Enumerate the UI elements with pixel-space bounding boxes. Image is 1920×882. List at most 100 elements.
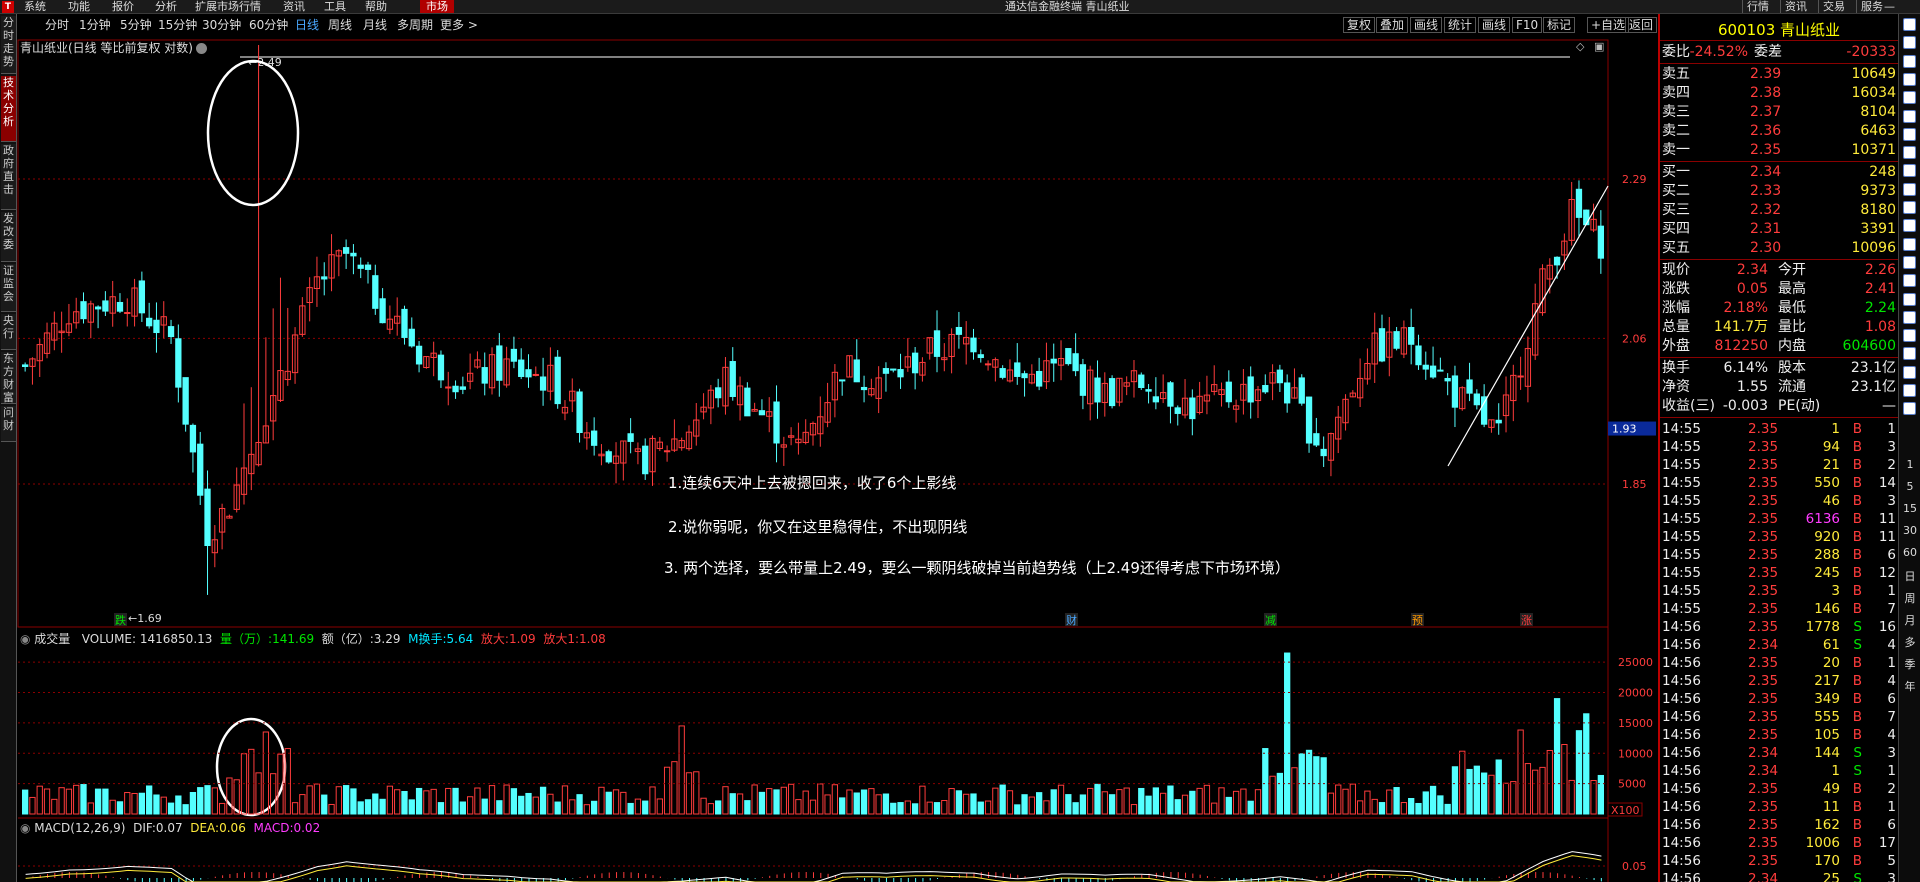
tick-time: 14:56 <box>1662 871 1701 882</box>
candle-body <box>204 488 211 547</box>
volume-tick: 20000 <box>1618 687 1653 700</box>
cross-icon[interactable] <box>1903 255 1916 269</box>
layers-icon[interactable] <box>1903 219 1916 233</box>
stat-row: 总量 141.7万 量比 1.08 <box>1660 318 1898 337</box>
minimize-icon[interactable]: — <box>1880 0 1899 13</box>
volume-bar <box>189 792 197 815</box>
event-marker-4[interactable]: 涨 <box>1521 614 1532 627</box>
volume-bar <box>1473 765 1480 815</box>
compare-icon[interactable] <box>1903 182 1916 196</box>
stat-label: 换手 <box>1662 360 1690 376</box>
grid-icon[interactable] <box>1903 72 1916 86</box>
period-shortcut-7[interactable]: 月 <box>1902 612 1918 628</box>
menu-right-0[interactable]: 行情 <box>1742 0 1773 13</box>
volume-bar <box>853 792 860 815</box>
share-icon[interactable] <box>1903 347 1916 361</box>
period-shortcut-6[interactable]: 周 <box>1902 590 1918 606</box>
tick-volume: 920 <box>1814 529 1840 545</box>
volume-bar <box>87 802 94 815</box>
candle-body <box>970 337 977 353</box>
volume-bar <box>1152 787 1160 815</box>
tick-direction: B <box>1852 709 1862 725</box>
period-shortcut-9[interactable]: 季 <box>1902 656 1918 672</box>
stat-label: 净资 <box>1662 379 1690 395</box>
tick-direction: B <box>1852 691 1862 707</box>
tick-time: 14:55 <box>1662 601 1701 617</box>
candle-body <box>984 363 992 366</box>
stat-label: 涨幅 <box>1662 300 1690 316</box>
period-shortcut-8[interactable]: 多 <box>1902 634 1918 650</box>
refresh-icon[interactable] <box>1903 36 1916 50</box>
menu-right-1[interactable]: 资讯 <box>1780 0 1811 13</box>
lock-icon[interactable] <box>1903 18 1916 31</box>
period-shortcut-10[interactable]: 年 <box>1902 678 1918 694</box>
period-shortcut-1[interactable]: 5 <box>1902 480 1918 493</box>
candle-body <box>1422 364 1429 370</box>
event-marker-0[interactable]: 跌 <box>115 613 126 627</box>
period-shortcut-0[interactable]: 1 <box>1902 458 1918 471</box>
trend-line <box>1447 185 1609 467</box>
volume-bar <box>445 787 452 815</box>
volume-bar <box>1087 787 1094 815</box>
stat2-row: 收益(三) -0.003 PE(动) — <box>1660 397 1898 416</box>
chart-canvas[interactable]: 2.292.061.851.93←2.49←1.69跌财减预涨250002000… <box>0 0 1658 882</box>
volume-bar <box>1225 796 1232 815</box>
tick-direction: B <box>1852 547 1862 563</box>
stat-label: 最高 <box>1778 281 1806 297</box>
line-icon[interactable] <box>1903 146 1916 160</box>
list-icon[interactable] <box>1903 54 1916 68</box>
tick-count: 7 <box>1887 601 1896 617</box>
period-shortcut-2[interactable]: 15 <box>1902 502 1918 515</box>
bars-icon[interactable] <box>1903 127 1916 141</box>
ask-volume: 10371 <box>1851 142 1896 158</box>
table-icon[interactable] <box>1903 109 1916 123</box>
volume-bar <box>496 800 503 815</box>
volume-bar <box>218 802 226 815</box>
candle-body <box>539 376 547 391</box>
volume-settings-icon[interactable]: ◉ <box>20 632 34 646</box>
volume-bar <box>583 804 591 815</box>
tag-icon[interactable] <box>1903 402 1916 416</box>
rsi-icon[interactable] <box>1903 292 1916 306</box>
candle-icon[interactable] <box>1903 164 1916 178</box>
tick-direction: B <box>1852 583 1862 599</box>
settings-icon[interactable] <box>1903 329 1916 343</box>
tick-price: 2.34 <box>1748 637 1779 653</box>
amp2-value: 1.08 <box>579 632 606 646</box>
tick-direction: S <box>1853 637 1862 653</box>
volume-bar <box>51 798 58 815</box>
pen-icon[interactable] <box>1903 365 1916 379</box>
period-shortcut-3[interactable]: 30 <box>1902 524 1918 537</box>
macd-hist-value: 0.02 <box>293 821 321 835</box>
amp-value: 1.09 <box>508 632 536 646</box>
tick-row: 14:55 2.35 46 B 3 <box>1660 492 1898 510</box>
chart-icon[interactable] <box>1903 91 1916 105</box>
volume-bar <box>437 802 445 815</box>
period-shortcut-5[interactable]: 日 <box>1902 568 1918 584</box>
note-icon[interactable] <box>1903 384 1916 397</box>
menu-right-2[interactable]: 交易 <box>1818 0 1849 13</box>
tick-direction: S <box>1853 745 1862 761</box>
event-marker-2[interactable]: 减 <box>1265 614 1276 627</box>
info-icon[interactable] <box>1903 274 1916 288</box>
volume-bars[interactable] <box>22 652 1605 815</box>
volume-bar <box>1488 774 1495 815</box>
bell-icon[interactable] <box>1903 237 1916 251</box>
event-marker-3[interactable]: 预 <box>1412 614 1423 627</box>
candlesticks[interactable] <box>22 45 1605 595</box>
period-shortcut-4[interactable]: 60 <box>1902 546 1918 559</box>
volume-bar <box>846 789 853 815</box>
ask-label: 卖一 <box>1662 142 1690 158</box>
macd-settings-icon[interactable]: ◉ <box>20 821 34 835</box>
candle-body <box>459 386 466 390</box>
search-icon[interactable] <box>1903 310 1916 324</box>
news-icon[interactable] <box>1903 201 1916 214</box>
volume-bar <box>1189 790 1196 815</box>
event-marker-1[interactable]: 财 <box>1066 613 1077 627</box>
candle-body <box>1597 225 1605 259</box>
weibi-row: 委比 -24.52% 委差 -20333 <box>1660 43 1898 62</box>
candle-body <box>415 345 423 365</box>
tick-row: 14:55 2.35 94 B 3 <box>1660 438 1898 456</box>
volume-bar <box>1429 785 1437 815</box>
candle-body <box>452 385 459 393</box>
